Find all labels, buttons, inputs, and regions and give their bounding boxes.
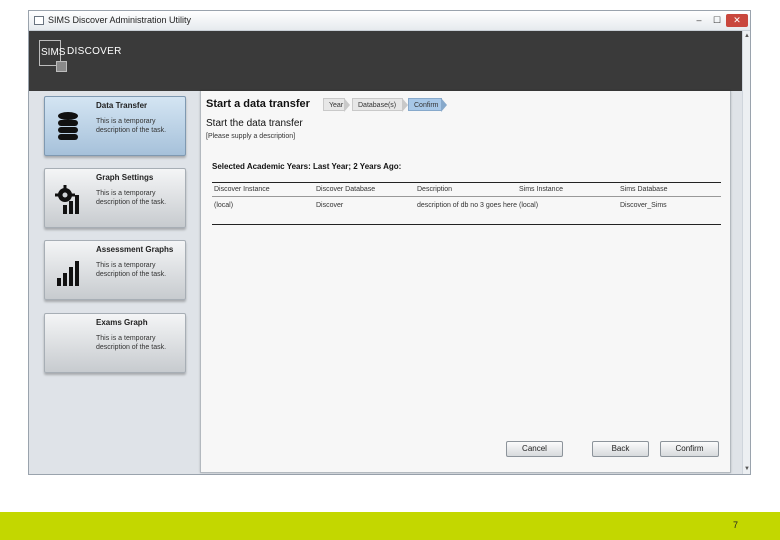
main-panel: Start a data transfer Year Database(s) C…	[200, 91, 731, 473]
table-cell: Discover_Sims	[620, 202, 667, 209]
table-cell: (local)	[214, 202, 234, 209]
table-cell: Discover	[316, 202, 344, 209]
window-title: SIMS Discover Administration Utility	[48, 15, 192, 25]
column-header: Discover Instance	[214, 186, 270, 193]
column-header: Sims Instance	[519, 186, 563, 193]
scroll-up-icon[interactable]: ▲	[744, 33, 750, 39]
task-description: This is a temporary description of the t…	[96, 262, 167, 278]
logo-sims-text: SIMS	[41, 47, 66, 58]
task-title: Data Transfer	[96, 101, 148, 110]
task-data-transfer[interactable]: Data Transfer This is a temporary descri…	[44, 96, 186, 156]
breadcrumb-databases[interactable]: Database(s)	[352, 98, 408, 112]
breadcrumb-confirm[interactable]: Confirm	[408, 98, 447, 112]
column-header: Discover Database	[316, 186, 376, 193]
task-graph-settings[interactable]: Graph Settings This is a temporary descr…	[44, 168, 186, 228]
minimize-button[interactable]: –	[691, 14, 707, 27]
app-window: SIMS Discover Administration Utility – ☐…	[28, 10, 751, 475]
task-exams-graph[interactable]: Exams Graph This is a temporary descript…	[44, 313, 186, 373]
database-icon	[58, 112, 78, 140]
maximize-button[interactable]: ☐	[709, 14, 725, 27]
bar-chart-icon	[57, 261, 79, 286]
breadcrumb-year[interactable]: Year	[323, 98, 350, 112]
table-header-rule	[212, 196, 721, 197]
table-cell: description of db no 3 goes here	[417, 202, 518, 209]
app-icon	[34, 16, 44, 25]
gear-chart-icon	[55, 185, 79, 214]
column-header: Description	[417, 186, 453, 193]
task-title: Graph Settings	[96, 173, 154, 182]
task-description: This is a temporary description of the t…	[96, 335, 167, 351]
confirm-button[interactable]: Confirm	[660, 441, 719, 457]
title-bar: SIMS Discover Administration Utility – ☐…	[29, 11, 750, 31]
logo-discover-text: DISCOVER	[67, 46, 122, 57]
description-field[interactable]: [Please supply a description]	[206, 133, 295, 140]
slide-footer: 7	[0, 512, 780, 540]
task-description: This is a temporary description of the t…	[96, 190, 167, 206]
vertical-scrollbar[interactable]: ▲ ▼	[742, 31, 750, 474]
scroll-down-icon[interactable]: ▼	[744, 466, 750, 472]
close-button[interactable]: ✕	[726, 14, 748, 27]
page-number: 7	[732, 520, 738, 530]
cancel-button[interactable]: Cancel	[506, 441, 563, 457]
transfer-table: Discover Instance Discover Database Desc…	[212, 182, 721, 225]
back-button[interactable]: Back	[592, 441, 649, 457]
table-top-rule	[212, 182, 721, 183]
column-header: Sims Database	[620, 186, 668, 193]
app-header: SIMS DISCOVER	[29, 31, 743, 91]
table-cell: (local)	[519, 202, 539, 209]
task-assessment-graphs[interactable]: Assessment Graphs This is a temporary de…	[44, 240, 186, 300]
task-description: This is a temporary description of the t…	[96, 118, 167, 134]
logo-square	[56, 61, 67, 72]
selected-years-label: Selected Academic Years: Last Year; 2 Ye…	[212, 162, 402, 171]
task-title: Assessment Graphs	[96, 245, 174, 254]
page-title: Start a data transfer	[206, 98, 310, 110]
table-bottom-rule	[212, 224, 721, 225]
task-title: Exams Graph	[96, 318, 148, 327]
section-title: Start the data transfer	[206, 118, 303, 129]
